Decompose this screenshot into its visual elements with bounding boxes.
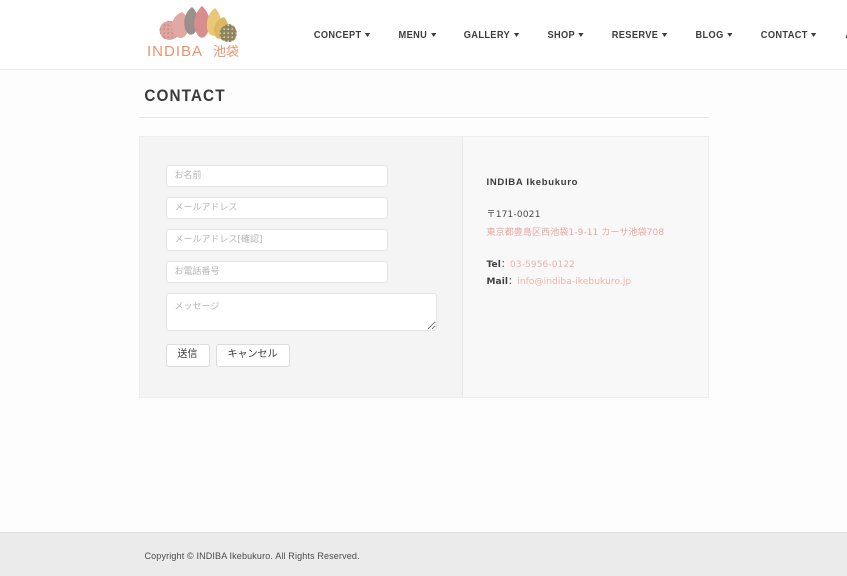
nav-label: GALLERY (463, 28, 511, 41)
name-input[interactable] (165, 165, 388, 187)
tel-label: Tel (486, 260, 501, 270)
shop-address: 東京都豊島区西池袋1-9-11 カーサ池袋708 (486, 228, 665, 238)
content-container: CONTACT 送信 キャンセル INDIBA Ikebukuro 〒 (138, 70, 709, 398)
chevron-down-icon (811, 32, 817, 37)
nav-label: SHOP (547, 28, 575, 41)
shop-name: INDIBA Ikebukuro (486, 177, 579, 188)
message-textarea[interactable] (165, 293, 437, 331)
nav-item-blog[interactable]: BLOG (686, 23, 742, 47)
brand-wordmark: INDIBA 池袋 (147, 42, 251, 61)
mail-label: Mail (486, 277, 509, 287)
nav-item-concept[interactable]: CONCEPT (304, 23, 380, 47)
email-input[interactable] (165, 197, 388, 219)
form-actions: 送信 キャンセル (165, 344, 436, 367)
lotus-flower-logo-icon (155, 4, 239, 44)
svg-text:池袋: 池袋 (213, 45, 239, 60)
page-root: INDIBA 池袋 CONCEPT MENU GALLERY SHOP RESE… (0, 0, 847, 576)
phone-input[interactable] (165, 261, 388, 283)
shop-tel-row: Tel：03-5956-0122 (487, 257, 684, 270)
main-navigation: CONCEPT MENU GALLERY SHOP RESERVE BLOG C… (299, 0, 847, 69)
site-logo-link[interactable]: INDIBA 池袋 (147, 2, 251, 64)
footer-inner: Copyright © INDIBA Ikebukuro. All Rights… (139, 546, 709, 564)
site-header: INDIBA 池袋 CONCEPT MENU GALLERY SHOP RESE… (0, 0, 847, 70)
nav-item-access[interactable]: ACCESS (836, 23, 847, 47)
svg-text:INDIBA: INDIBA (147, 43, 203, 60)
email-confirm-input[interactable] (165, 229, 388, 251)
page-title: CONTACT (143, 86, 226, 105)
shop-mail-row: Mail：info@indiba-ikebukuro.jp (487, 274, 684, 287)
nav-label: BLOG (695, 28, 724, 41)
nav-item-contact[interactable]: CONTACT (751, 23, 826, 47)
chevron-down-icon (578, 32, 584, 37)
cancel-button[interactable]: キャンセル (215, 344, 290, 367)
nav-label: MENU (398, 28, 427, 41)
shop-postal-code: 〒171-0021 (486, 210, 541, 220)
chevron-down-icon (513, 32, 519, 37)
site-footer: Copyright © INDIBA Ikebukuro. All Rights… (0, 532, 847, 576)
nav-item-shop[interactable]: SHOP (538, 23, 594, 47)
title-divider (138, 117, 709, 118)
tel-separator: ： (500, 260, 511, 270)
shop-info: INDIBA Ikebukuro 〒171-0021 東京都豊島区西池袋1-9-… (462, 137, 708, 397)
chevron-down-icon (364, 32, 370, 37)
nav-label: CONTACT (760, 28, 808, 41)
main-content: CONTACT 送信 キャンセル INDIBA Ikebukuro 〒 (0, 70, 847, 532)
contact-panel: 送信 キャンセル INDIBA Ikebukuro 〒171-0021 東京都豊… (138, 136, 709, 398)
nav-item-reserve[interactable]: RESERVE (602, 23, 677, 47)
mail-separator: ： (508, 277, 518, 287)
nav-label: CONCEPT (313, 28, 361, 41)
contact-form: 送信 キャンセル (139, 137, 463, 397)
copyright-text: Copyright © INDIBA Ikebukuro. All Rights… (144, 550, 360, 561)
nav-item-menu[interactable]: MENU (389, 23, 446, 47)
chevron-down-icon (430, 32, 436, 37)
submit-button[interactable]: 送信 (165, 344, 210, 367)
nav-item-gallery[interactable]: GALLERY (454, 23, 528, 47)
chevron-down-icon (661, 32, 668, 37)
tel-link[interactable]: 03-5956-0122 (510, 260, 575, 270)
header-inner: INDIBA 池袋 CONCEPT MENU GALLERY SHOP RESE… (139, 0, 847, 69)
mail-link[interactable]: info@indiba-ikebukuro.jp (517, 277, 631, 287)
nav-label: RESERVE (611, 28, 659, 41)
chevron-down-icon (727, 32, 733, 37)
